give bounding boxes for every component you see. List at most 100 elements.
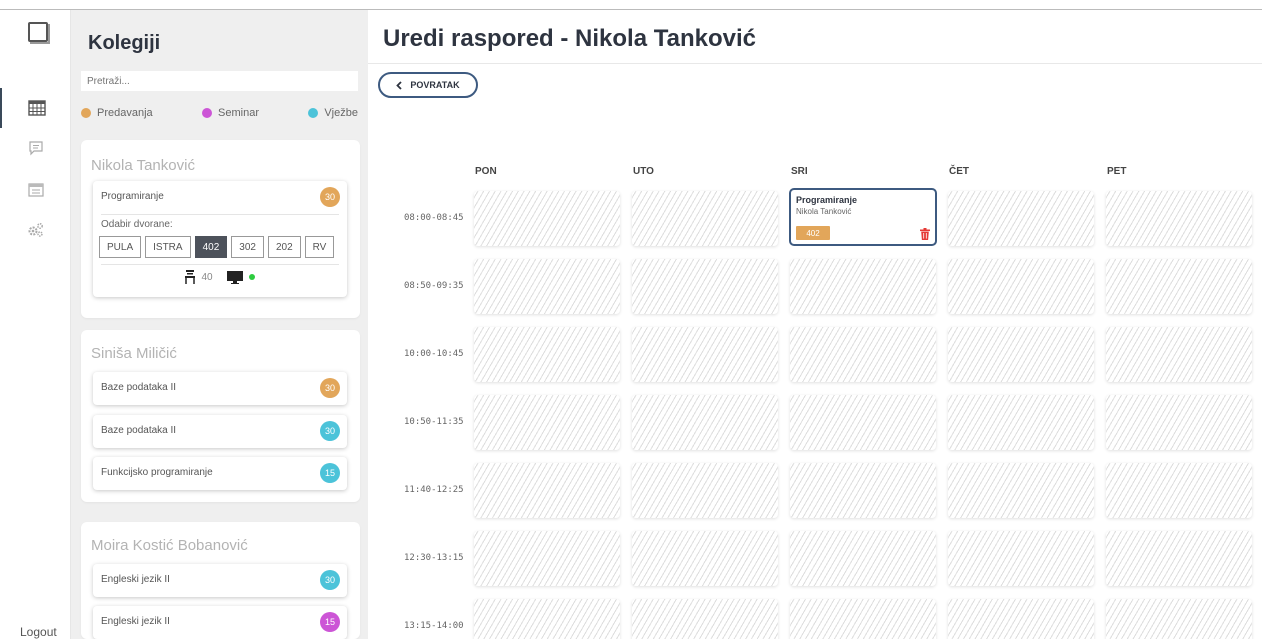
nav-settings[interactable] [0, 210, 71, 250]
hall-option-302[interactable]: 302 [231, 236, 264, 258]
lecture-dot-icon [81, 108, 91, 118]
empty-time-slot[interactable] [948, 463, 1094, 518]
empty-time-slot[interactable] [632, 463, 778, 518]
divider [101, 214, 339, 215]
empty-time-slot[interactable] [1106, 531, 1252, 586]
empty-time-slot[interactable] [790, 259, 936, 314]
empty-time-slot[interactable] [1106, 259, 1252, 314]
event-professor: Nikola Tanković [796, 207, 852, 216]
empty-time-slot[interactable] [474, 463, 620, 518]
course-card-expanded[interactable]: Programiranje 30 Odabir dvorane: PULA IS… [93, 181, 347, 297]
day-header-wed: SRI [791, 166, 808, 177]
seminar-dot-icon [202, 108, 213, 118]
back-button[interactable]: POVRATAK [378, 72, 478, 98]
empty-time-slot[interactable] [1106, 327, 1252, 382]
professor-name: Nikola Tanković [91, 157, 195, 174]
course-card[interactable]: Baze podataka II 30 [93, 372, 347, 405]
panel-title: Kolegiji [88, 32, 161, 54]
day-header-thu: ČET [949, 166, 969, 177]
student-count-badge: 30 [320, 378, 340, 398]
chat-icon [28, 141, 43, 156]
logo-icon[interactable] [28, 22, 50, 44]
hall-option-202[interactable]: 202 [267, 236, 301, 258]
trash-icon[interactable] [920, 228, 930, 240]
empty-time-slot[interactable] [474, 395, 620, 450]
empty-time-slot[interactable] [632, 599, 778, 639]
legend-seminar: Seminar [202, 107, 259, 119]
gears-icon [28, 223, 43, 237]
empty-time-slot[interactable] [1106, 599, 1252, 639]
time-slot-label: 10:50-11:35 [404, 417, 464, 427]
time-slot-label: 08:50-09:35 [404, 281, 464, 291]
course-card[interactable]: Baze podataka II 30 [93, 415, 347, 448]
empty-time-slot[interactable] [948, 259, 1094, 314]
empty-time-slot[interactable] [474, 531, 620, 586]
logout-link[interactable]: Logout [20, 625, 57, 639]
chair-icon [185, 270, 196, 284]
course-name: Engleski jezik II [101, 616, 170, 627]
time-slot-label: 13:15-14:00 [404, 621, 464, 631]
professor-group: Siniša Miličić Baze podataka II 30 Baze … [81, 330, 360, 502]
available-status-icon [248, 274, 255, 280]
day-header-tue: UTO [633, 166, 654, 177]
professor-group: Nikola Tanković Programiranje 30 Odabir … [81, 140, 360, 318]
student-count-badge: 15 [320, 612, 340, 632]
time-slot-label: 12:30-13:15 [404, 553, 464, 563]
empty-time-slot[interactable] [948, 327, 1094, 382]
empty-time-slot[interactable] [474, 259, 620, 314]
header-divider [368, 63, 1262, 64]
calendar-grid-icon [27, 100, 46, 116]
empty-time-slot[interactable] [632, 395, 778, 450]
nav-schedule-editor[interactable] [0, 88, 71, 128]
empty-time-slot[interactable] [1106, 463, 1252, 518]
hall-option-pula[interactable]: PULA [99, 236, 142, 258]
time-slot-label: 08:00-08:45 [404, 213, 464, 223]
courses-panel: Kolegiji Predavanja Seminar Vježbe Nikol… [71, 10, 368, 639]
event-room-badge: 402 [796, 226, 830, 240]
empty-time-slot[interactable] [632, 191, 778, 246]
student-count-badge: 30 [320, 421, 340, 441]
student-count-badge: 15 [320, 463, 340, 483]
hall-option-rv[interactable]: RV [304, 236, 335, 258]
empty-time-slot[interactable] [790, 395, 936, 450]
time-slot-label: 11:40-12:25 [404, 485, 464, 495]
empty-time-slot[interactable] [790, 531, 936, 586]
empty-time-slot[interactable] [474, 191, 620, 246]
nav-timetable[interactable] [0, 170, 71, 210]
scheduled-event[interactable]: Programiranje Nikola Tanković 402 [789, 188, 937, 246]
seat-count: 40 [201, 271, 213, 283]
empty-time-slot[interactable] [474, 327, 620, 382]
empty-time-slot[interactable] [1106, 395, 1252, 450]
course-name: Programiranje [101, 191, 164, 202]
course-card[interactable]: Funkcijsko programiranje 15 [93, 457, 347, 490]
monitor-icon [226, 270, 243, 284]
empty-time-slot[interactable] [948, 191, 1094, 246]
nav-messages[interactable] [0, 128, 71, 168]
empty-time-slot[interactable] [632, 259, 778, 314]
empty-time-slot[interactable] [790, 327, 936, 382]
empty-time-slot[interactable] [948, 531, 1094, 586]
professor-group: Moira Kostić Bobanović Engleski jezik II… [81, 522, 360, 639]
empty-time-slot[interactable] [1106, 191, 1252, 246]
course-name: Funkcijsko programiranje [101, 467, 213, 478]
event-title: Programiranje [796, 195, 858, 205]
empty-time-slot[interactable] [474, 599, 620, 639]
course-card[interactable]: Engleski jezik II 30 [93, 564, 347, 597]
hall-option-402[interactable]: 402 [194, 236, 228, 258]
course-card[interactable]: Engleski jezik II 15 [93, 606, 347, 639]
empty-time-slot[interactable] [948, 395, 1094, 450]
exercise-dot-icon [308, 108, 319, 118]
empty-time-slot[interactable] [790, 463, 936, 518]
back-button-label: POVRATAK [410, 80, 460, 90]
search-input[interactable] [81, 71, 358, 91]
course-name: Engleski jezik II [101, 574, 170, 585]
legend: Predavanja Seminar Vježbe [81, 107, 358, 119]
empty-time-slot[interactable] [632, 327, 778, 382]
page-title: Uredi raspored - Nikola Tanković [383, 25, 756, 52]
icon-rail: Logout [0, 10, 71, 639]
empty-time-slot[interactable] [632, 531, 778, 586]
empty-time-slot[interactable] [948, 599, 1094, 639]
professor-name: Moira Kostić Bobanović [91, 537, 248, 554]
hall-option-istra[interactable]: ISTRA [145, 236, 191, 258]
empty-time-slot[interactable] [790, 599, 936, 639]
